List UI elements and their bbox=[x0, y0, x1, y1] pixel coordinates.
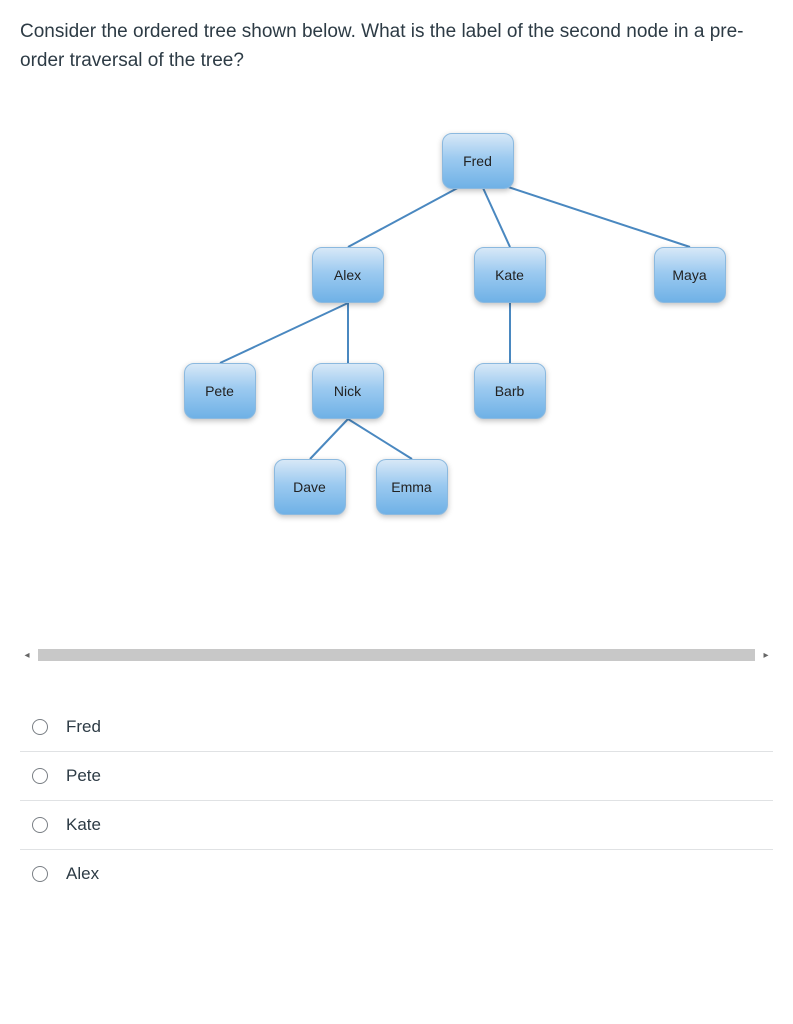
tree-node-barb: Barb bbox=[474, 363, 546, 419]
option-label: Kate bbox=[66, 815, 101, 835]
scroll-track[interactable] bbox=[38, 649, 755, 661]
scroll-right-arrow[interactable]: ▸ bbox=[759, 645, 773, 665]
option-label: Pete bbox=[66, 766, 101, 786]
question-text: Consider the ordered tree shown below. W… bbox=[20, 18, 773, 75]
option-alex[interactable]: Alex bbox=[20, 850, 773, 898]
options-list: Fred Pete Kate Alex bbox=[20, 703, 773, 898]
option-kate[interactable]: Kate bbox=[20, 801, 773, 850]
option-pete[interactable]: Pete bbox=[20, 752, 773, 801]
tree-node-fred: Fred bbox=[442, 133, 514, 189]
radio-icon[interactable] bbox=[32, 719, 48, 735]
option-label: Alex bbox=[66, 864, 99, 884]
tree-node-nick: Nick bbox=[312, 363, 384, 419]
tree-node-emma: Emma bbox=[376, 459, 448, 515]
tree-node-dave: Dave bbox=[274, 459, 346, 515]
option-label: Fred bbox=[66, 717, 101, 737]
tree-node-kate: Kate bbox=[474, 247, 546, 303]
radio-icon[interactable] bbox=[32, 866, 48, 882]
tree-edges bbox=[22, 115, 772, 615]
radio-icon[interactable] bbox=[32, 768, 48, 784]
option-fred[interactable]: Fred bbox=[20, 703, 773, 752]
tree-node-maya: Maya bbox=[654, 247, 726, 303]
scroll-left-arrow[interactable]: ◂ bbox=[20, 645, 34, 665]
tree-node-pete: Pete bbox=[184, 363, 256, 419]
radio-icon[interactable] bbox=[32, 817, 48, 833]
horizontal-scrollbar[interactable]: ◂ ▸ bbox=[20, 645, 773, 665]
tree-diagram: Fred Alex Kate Maya Pete Nick Barb Dave … bbox=[22, 115, 772, 615]
tree-node-alex: Alex bbox=[312, 247, 384, 303]
